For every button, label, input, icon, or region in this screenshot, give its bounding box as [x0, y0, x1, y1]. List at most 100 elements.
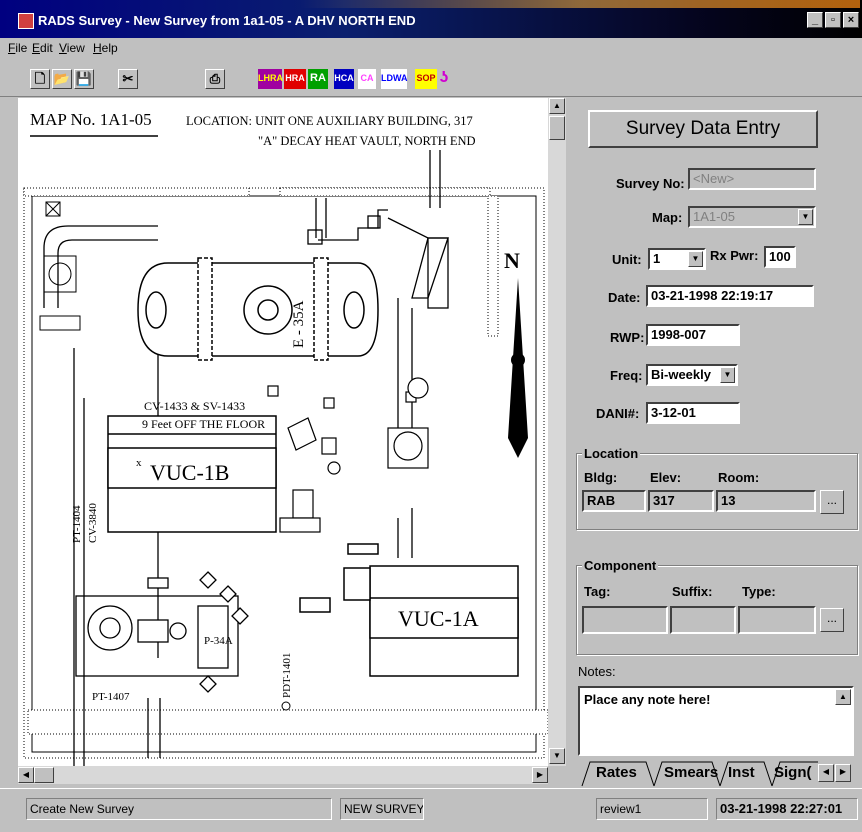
hra-button[interactable]: HRA	[284, 69, 306, 89]
status-bar: Create New Survey NEW SURVEY review1 03-…	[0, 788, 862, 832]
map-horizontal-scrollbar[interactable]: ◀ ▶	[18, 766, 548, 784]
room-field[interactable]: 13	[716, 490, 816, 512]
component-group-title: Component	[582, 558, 659, 573]
menu-bar: File Edit View Help	[0, 38, 862, 60]
status-mode: NEW SURVEY	[340, 798, 424, 820]
sop-button[interactable]: SOP	[415, 69, 437, 89]
notes-scroll-up-button[interactable]: ▲	[835, 689, 851, 705]
rx-pwr-field[interactable]: 100	[764, 246, 796, 268]
pdt1401-label: PDT-1401	[281, 653, 293, 698]
pt1407-label: PT-1407	[92, 691, 130, 703]
rwp-label: RWP:	[610, 330, 645, 345]
location-browse-button[interactable]: ...	[820, 490, 844, 514]
vuc-1a-label: VUC-1A	[398, 606, 479, 631]
bldg-label: Bldg:	[584, 470, 618, 485]
status-message: Create New Survey	[26, 798, 332, 820]
scroll-up-button[interactable]: ▲	[549, 98, 565, 114]
menu-file[interactable]: File	[8, 41, 27, 55]
map-number: MAP No. 1A1-05	[30, 110, 152, 129]
tab-rates[interactable]: Rates	[596, 762, 637, 784]
map-select[interactable]: 1A1-05 ▼	[688, 206, 816, 228]
lhra-button[interactable]: LHRA	[258, 69, 283, 89]
ra-button[interactable]: RA	[308, 69, 328, 89]
heat-exchanger-e35a	[137, 257, 379, 361]
freq-select[interactable]: Bi-weekly ▼	[646, 364, 738, 386]
status-user: review1	[596, 798, 708, 820]
app-window: RADS Survey - New Survey from 1a1-05 - A…	[0, 0, 862, 832]
map-location-line2: "A" DECAY HEAT VAULT, NORTH END	[258, 134, 476, 148]
survey-no-field[interactable]: <New>	[688, 168, 816, 190]
pdt1401-instrument	[281, 701, 291, 711]
bldg-field[interactable]: RAB	[582, 490, 646, 512]
notes-label: Notes:	[578, 664, 616, 679]
elev-label: Elev:	[650, 470, 682, 485]
tab-inst[interactable]: Inst	[728, 762, 755, 784]
map-select-value: 1A1-05	[693, 209, 735, 224]
map-vertical-scrollbar[interactable]: ▲ ▼	[548, 98, 566, 766]
wall-fixture-x	[45, 201, 61, 217]
new-file-icon[interactable]: 🗋	[30, 69, 50, 89]
p34a-label: P-34A	[204, 635, 233, 647]
ca-button[interactable]: CA	[358, 69, 376, 89]
unit-label: Unit:	[612, 252, 642, 267]
map-drawing[interactable]: MAP No. 1A1-05 LOCATION: UNIT ONE AUXILI…	[18, 98, 548, 766]
scroll-down-button[interactable]: ▼	[549, 748, 565, 764]
type-field[interactable]	[738, 606, 816, 634]
app-icon[interactable]	[18, 13, 34, 29]
north-label: N	[504, 248, 520, 273]
room-label: Room:	[718, 470, 760, 485]
survey-map[interactable]: MAP No. 1A1-05 LOCATION: UNIT ONE AUXILI…	[18, 98, 548, 766]
tab-strip: Rates Smears Inst Sign( ◀ ▶	[568, 758, 862, 788]
cv3840-label: CV-3840	[87, 503, 99, 543]
vertical-scroll-thumb[interactable]	[549, 116, 565, 140]
unit-select[interactable]: 1 ▼	[648, 248, 706, 270]
hca-button[interactable]: HCA	[334, 69, 354, 89]
tab-scroll-right-button[interactable]: ▶	[835, 764, 851, 782]
chevron-down-icon[interactable]: ▼	[720, 367, 735, 383]
elev-field[interactable]: 317	[648, 490, 714, 512]
e35a-label: E - 35A	[291, 300, 307, 348]
print-icon[interactable]: ⎙	[205, 69, 225, 89]
rwp-field[interactable]: 1998-007	[646, 324, 740, 346]
window-title: RADS Survey - New Survey from 1a1-05 - A…	[38, 13, 416, 28]
map-location-line1: LOCATION: UNIT ONE AUXILIARY BUILDING, 3…	[186, 114, 473, 128]
toolbar: 🗋 📂 💾 ✂ ⎙ LHRA HRA RA HCA CA LDWA SOP ʖ	[0, 60, 862, 97]
menu-view[interactable]: View	[59, 41, 85, 55]
feet-label: 9 Feet OFF THE FLOOR	[142, 417, 265, 431]
tag-field[interactable]	[582, 606, 668, 634]
menu-help[interactable]: Help	[93, 41, 118, 55]
rx-pwr-label: Rx Pwr:	[710, 248, 759, 263]
survey-no-label: Survey No:	[616, 176, 685, 191]
pump-p34a	[75, 571, 249, 693]
dani-field[interactable]: 3-12-01	[646, 402, 740, 424]
component-browse-button[interactable]: ...	[820, 608, 844, 632]
menu-edit[interactable]: Edit	[32, 41, 53, 55]
chevron-down-icon[interactable]: ▼	[688, 251, 703, 267]
suffix-field[interactable]	[670, 606, 736, 634]
suffix-label: Suffix:	[672, 584, 713, 599]
close-button[interactable]: ×	[843, 12, 859, 28]
title-bar[interactable]: RADS Survey - New Survey from 1a1-05 - A…	[0, 0, 862, 38]
horizontal-scroll-thumb[interactable]	[34, 767, 54, 783]
ldwa-button[interactable]: LDWA	[381, 69, 408, 89]
squiggle-icon[interactable]: ʖ	[437, 69, 451, 89]
cut-icon[interactable]: ✂	[118, 69, 138, 89]
date-field[interactable]: 03-21-1998 22:19:17	[646, 285, 814, 307]
notes-textarea[interactable]: Place any note here! ▲	[578, 686, 854, 756]
minimize-button[interactable]: _	[807, 12, 823, 28]
tab-sign[interactable]: Sign(	[774, 762, 818, 784]
chevron-down-icon[interactable]: ▼	[798, 209, 813, 225]
tab-smears[interactable]: Smears	[664, 762, 718, 784]
tab-scroll-left-button[interactable]: ◀	[818, 764, 834, 782]
vuc-1b-label: VUC-1B	[150, 460, 229, 485]
scroll-left-button[interactable]: ◀	[18, 767, 34, 783]
pt1404-label: PT-1404	[71, 505, 83, 543]
open-folder-icon[interactable]: 📂	[52, 69, 72, 89]
save-icon[interactable]: 💾	[74, 69, 94, 89]
cv-sv-label: CV-1433 & SV-1433	[144, 399, 245, 413]
scroll-right-button[interactable]: ▶	[532, 767, 548, 783]
freq-select-value: Bi-weekly	[651, 367, 711, 382]
maximize-button[interactable]: ▫	[825, 12, 841, 28]
survey-data-entry-button[interactable]: Survey Data Entry	[588, 110, 818, 148]
status-datetime: 03-21-1998 22:27:01	[716, 798, 858, 820]
